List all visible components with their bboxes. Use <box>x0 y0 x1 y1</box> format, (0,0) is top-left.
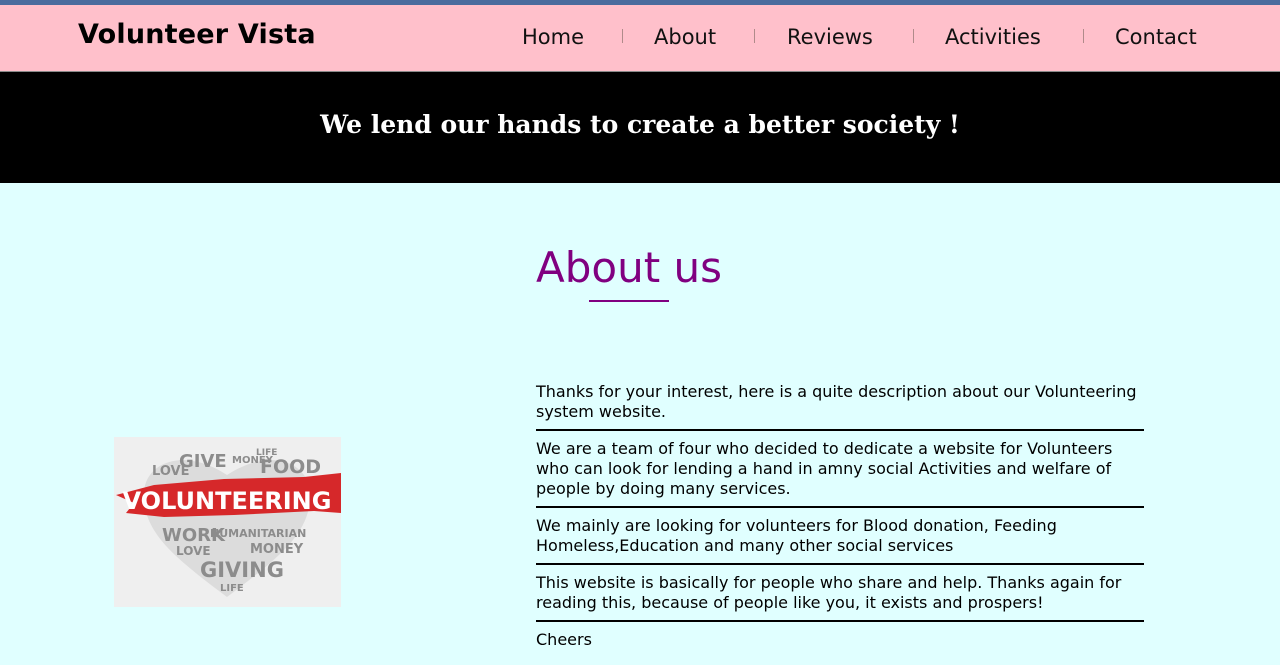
word-life-top: LIFE <box>256 448 277 458</box>
word-love-lower: LOVE <box>176 544 211 558</box>
word-food: FOOD <box>260 456 321 478</box>
nav-contact-link[interactable]: Contact <box>1115 25 1197 49</box>
volunteering-heart-illustration: LOVE GIVE MONEY FOOD LIFE WORK HUMANITAR… <box>114 437 341 607</box>
word-give: GIVE <box>179 451 227 472</box>
about-description-list: Thanks for your interest, here is a quit… <box>536 382 1144 665</box>
brand-logo[interactable]: Volunteer Vista <box>78 19 316 50</box>
nav-about-link[interactable]: About <box>654 25 716 49</box>
volunteering-headline: VOLUNTEERING <box>123 487 332 515</box>
banner-tagline: We lend our hands to create a better soc… <box>320 110 960 139</box>
hero-banner: We lend our hands to create a better soc… <box>0 72 1280 183</box>
volunteering-image: LOVE GIVE MONEY FOOD LIFE WORK HUMANITAR… <box>114 437 341 607</box>
nav-home-link[interactable]: Home <box>522 25 584 49</box>
nav-reviews-link[interactable]: Reviews <box>787 25 873 49</box>
about-heading: About us <box>536 243 723 292</box>
nav-separator <box>754 29 755 43</box>
nav-separator <box>622 29 623 43</box>
about-paragraph: We mainly are looking for volunteers for… <box>536 516 1144 565</box>
heading-underline <box>589 300 669 302</box>
nav-separator <box>1083 29 1084 43</box>
about-closing: Cheers <box>536 630 592 649</box>
about-paragraph: We are a team of four who decided to ded… <box>536 439 1144 508</box>
navbar: Volunteer Vista Home About Reviews Activ… <box>0 5 1280 72</box>
nav-separator <box>913 29 914 43</box>
about-paragraph: This website is basically for people who… <box>536 573 1144 622</box>
nav-activities-link[interactable]: Activities <box>945 25 1041 49</box>
word-humanitarian: HUMANITARIAN <box>210 527 306 540</box>
word-money-lower: MONEY <box>250 542 304 557</box>
about-paragraph: Thanks for your interest, here is a quit… <box>536 382 1144 431</box>
word-life-bottom: LIFE <box>220 583 244 594</box>
word-giving: GIVING <box>200 558 284 582</box>
